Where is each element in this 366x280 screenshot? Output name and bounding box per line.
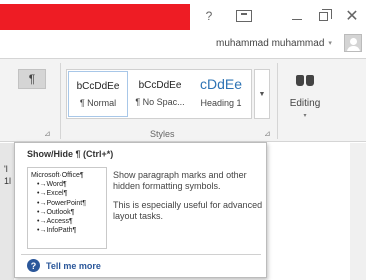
preview-heading: Microsoft·Office¶	[31, 172, 84, 179]
avatar[interactable]	[344, 34, 362, 52]
tell-me-more-link[interactable]: ? Tell me more	[27, 259, 101, 272]
help-icon: ?	[27, 259, 40, 272]
style-heading-1[interactable]: cDdEe Heading 1	[191, 71, 251, 117]
preview-item: •→Outlook¶	[37, 208, 75, 216]
tooltip-description-text: This is especially useful for advanced l…	[113, 200, 263, 221]
binoculars-icon	[295, 71, 315, 87]
title-bar-redaction	[0, 4, 190, 30]
ribbon: ¶ ⊿ bCcDdEe ¶ Normal bCcDdEe ¶ No Spac..…	[0, 58, 366, 142]
tell-me-more-label: Tell me more	[46, 260, 101, 271]
style-name: ¶ No Spac...	[135, 97, 185, 107]
group-separator	[277, 63, 278, 139]
user-name: muhammad muhammad	[216, 37, 325, 49]
chevron-down-icon: ▾	[328, 40, 332, 47]
styles-dialog-launcher-icon[interactable]: ⊿	[264, 129, 271, 138]
preview-item: •→Word¶	[37, 181, 67, 189]
document-line: 'l	[4, 164, 8, 174]
tooltip-description-text: Show paragraph marks and other hidden fo…	[113, 170, 247, 191]
vertical-scrollbar[interactable]	[350, 143, 366, 280]
title-bar: ? ✕	[0, 0, 366, 34]
group-separator	[60, 63, 61, 139]
styles-more-button[interactable]: ▼	[254, 69, 270, 119]
preview-item: •→Excel¶	[37, 190, 68, 198]
chevron-down-icon: ▾	[303, 113, 307, 119]
style-normal[interactable]: bCcDdEe ¶ Normal	[68, 71, 128, 117]
style-no-spacing[interactable]: bCcDdEe ¶ No Spac...	[130, 71, 190, 117]
style-preview: cDdEe	[199, 76, 243, 92]
paragraph-dialog-launcher-icon[interactable]: ⊿	[44, 129, 51, 138]
styles-group-label: Styles	[150, 129, 175, 139]
close-icon[interactable]: ✕	[340, 6, 364, 26]
editing-button[interactable]: Editing ▾	[283, 69, 327, 125]
editing-label: Editing	[289, 98, 321, 109]
styles-gallery: bCcDdEe ¶ Normal bCcDdEe ¶ No Spac... cD…	[66, 69, 252, 119]
help-icon[interactable]: ?	[200, 6, 218, 26]
document-text: 'l 1l	[4, 163, 11, 187]
tooltip-divider	[21, 254, 261, 255]
tooltip-description: Show paragraph marks and other hidden fo…	[113, 170, 263, 222]
restore-icon[interactable]	[311, 6, 335, 26]
style-name: ¶ Normal	[79, 98, 117, 108]
preview-item: •→InfoPath¶	[37, 227, 77, 235]
show-hide-tooltip: Show/Hide ¶ (Ctrl+*) Microsoft·Office¶ •…	[14, 142, 267, 278]
preview-item: •→PowerPoint¶	[37, 199, 87, 207]
tooltip-preview-image: Microsoft·Office¶ •→Word¶ •→Excel¶ •→Pow…	[27, 167, 107, 249]
style-preview: bCcDdEe	[76, 81, 120, 92]
show-hide-formatting-button[interactable]: ¶	[18, 69, 46, 89]
style-preview: bCcDdEe	[138, 80, 182, 91]
account-menu[interactable]: muhammad muhammad ▾	[216, 36, 332, 50]
minimize-icon[interactable]	[285, 6, 309, 26]
tooltip-title: Show/Hide ¶ (Ctrl+*)	[27, 149, 114, 159]
ribbon-display-options-icon[interactable]	[232, 6, 256, 26]
style-name: Heading 1	[200, 98, 242, 108]
preview-item: •→Access¶	[37, 218, 73, 226]
document-line: 1l	[4, 176, 12, 186]
